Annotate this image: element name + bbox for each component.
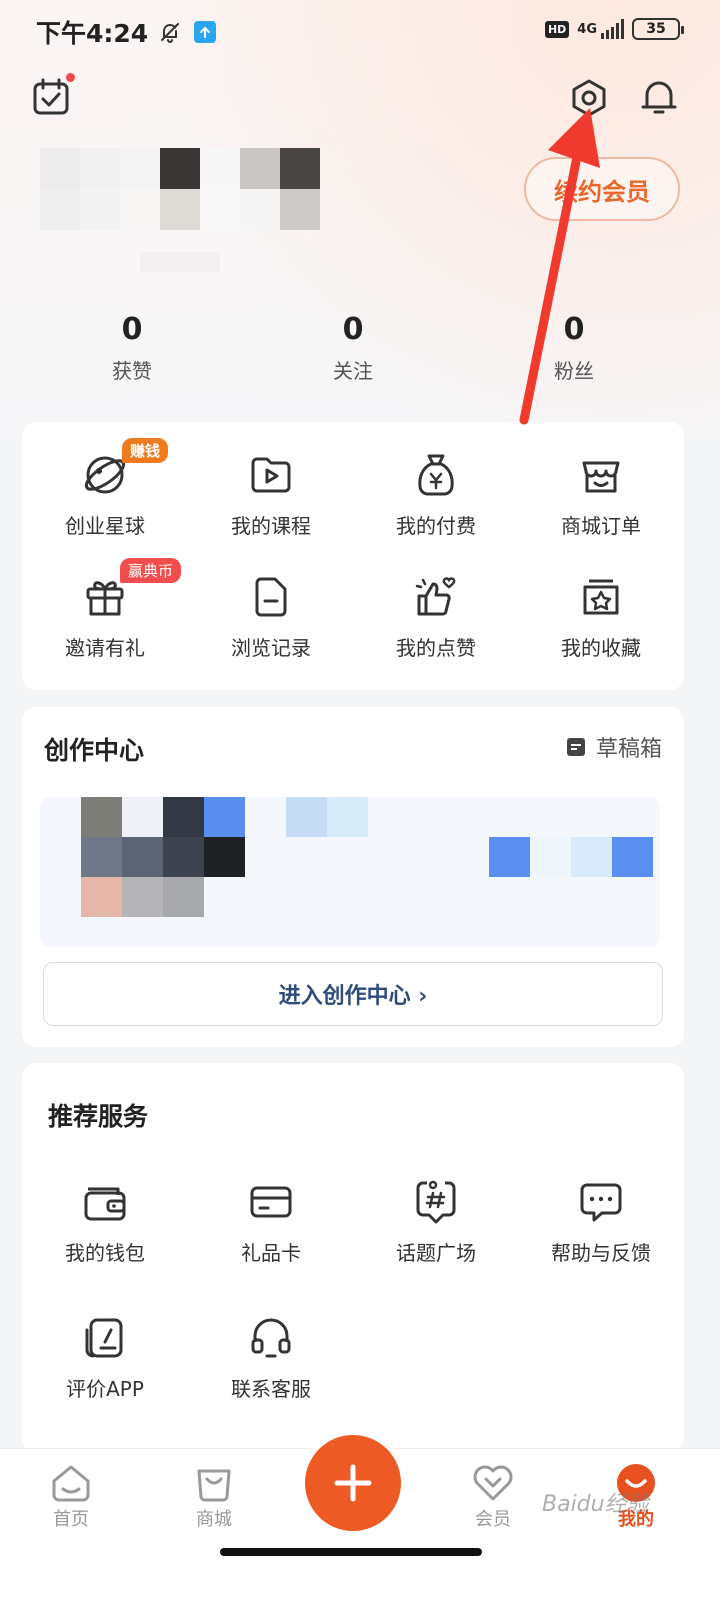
bottom-navigation: 首页 商城 会员 我的 [0, 1435, 720, 1600]
menu-item-label: 邀请有礼 [65, 636, 145, 660]
menu-item-my-favorites[interactable]: 我的收藏 [526, 572, 676, 661]
services-title: 推荐服务 [48, 1102, 149, 1131]
menu-item-label: 我的收藏 [561, 636, 641, 660]
drafts-label: 草稿箱 [595, 737, 662, 762]
stat-value: 0 [121, 312, 143, 347]
service-item-label: 我的钱包 [65, 1241, 145, 1265]
nav-label: 首页 [53, 1509, 89, 1530]
menu-item-label: 浏览记录 [231, 636, 311, 660]
battery-level: 35 [646, 21, 666, 37]
coin-reward-badge: 赢典币 [120, 558, 182, 583]
user-subtitle [140, 252, 220, 272]
plus-icon [334, 1464, 372, 1502]
notifications-button[interactable] [638, 76, 680, 118]
rate-app-icon [80, 1313, 130, 1363]
nav-shop[interactable]: 商城 [169, 1463, 259, 1531]
menu-item-my-courses[interactable]: 我的课程 [196, 450, 346, 539]
settings-hexagon-icon [572, 79, 606, 117]
menu-item-my-payments[interactable]: 我的付费 [361, 450, 511, 539]
service-item-label: 评价APP [66, 1377, 144, 1401]
bell-icon [641, 81, 677, 114]
nav-label: 会员 [475, 1509, 511, 1530]
service-item-rate-app[interactable]: 评价APP [30, 1313, 180, 1402]
chat-bubble-icon [576, 1177, 626, 1227]
star-box-icon [576, 572, 626, 622]
home-indicator[interactable] [220, 1548, 482, 1556]
service-item-gift-card[interactable]: 礼品卡 [196, 1177, 346, 1266]
gift-card-icon [246, 1177, 296, 1227]
notification-dot [66, 73, 75, 82]
headset-icon [246, 1313, 296, 1363]
menu-item-invite-gift[interactable]: 邀请有礼 [30, 572, 180, 661]
menu-item-my-likes[interactable]: 我的点赞 [361, 572, 511, 661]
money-bag-icon [411, 450, 461, 500]
hd-icon: HD [544, 20, 570, 38]
drafts-link[interactable]: 草稿箱 [564, 731, 662, 763]
create-post-button[interactable] [305, 1435, 401, 1531]
menu-item-label: 我的课程 [231, 514, 311, 538]
menu-item-label: 我的点赞 [396, 636, 476, 660]
recommended-services-card: 推荐服务 我的钱包 礼品卡 话题广场 帮助与反馈 评价APP 联系客服 [22, 1063, 684, 1453]
stat-value: 0 [563, 312, 585, 347]
stat-following[interactable]: 0 关注 [293, 312, 413, 384]
creation-center-card: 创作中心 草稿箱 进入创作中心 › [22, 707, 684, 1047]
stat-label: 获赞 [112, 359, 152, 383]
stat-label: 粉丝 [554, 359, 594, 383]
service-item-label: 话题广场 [396, 1241, 476, 1265]
vip-heart-icon [473, 1465, 513, 1501]
nav-home[interactable]: 首页 [26, 1463, 116, 1531]
service-item-help-feedback[interactable]: 帮助与反馈 [526, 1177, 676, 1266]
service-item-label: 联系客服 [231, 1377, 311, 1401]
enter-creation-center-button[interactable]: 进入创作中心 › [43, 962, 663, 1026]
menu-item-startup-planet[interactable]: 创业星球 [30, 450, 180, 539]
service-item-topic-square[interactable]: 话题广场 [361, 1177, 511, 1266]
renew-vip-button[interactable]: 续约会员 [524, 157, 680, 221]
wallet-icon [80, 1177, 130, 1227]
earn-money-badge: 赚钱 [122, 438, 169, 463]
upload-icon [194, 21, 217, 43]
service-item-wallet[interactable]: 我的钱包 [30, 1177, 180, 1266]
service-item-label: 帮助与反馈 [551, 1241, 651, 1265]
battery-icon: 35 [632, 18, 684, 40]
service-item-customer-service[interactable]: 联系客服 [196, 1313, 346, 1402]
stat-value: 0 [342, 312, 364, 347]
draft-box-icon [566, 738, 585, 756]
stat-fans[interactable]: 0 粉丝 [514, 312, 634, 384]
history-doc-icon [246, 572, 296, 622]
course-play-icon [246, 450, 296, 500]
service-item-label: 礼品卡 [241, 1241, 301, 1265]
shop-icon [576, 450, 626, 500]
topic-hash-icon [411, 1177, 461, 1227]
nav-vip[interactable]: 会员 [448, 1463, 538, 1531]
check-in-button[interactable] [30, 73, 75, 118]
nav-label: 商城 [196, 1509, 232, 1530]
signal-icon [601, 19, 624, 39]
bell-mute-icon [161, 23, 180, 43]
home-icon [52, 1465, 90, 1502]
settings-button[interactable] [568, 77, 610, 119]
status-indicators: HD 4G 35 [544, 18, 684, 40]
menu-item-label: 我的付费 [396, 514, 476, 538]
stat-label: 关注 [333, 359, 373, 383]
calendar-check-icon [33, 78, 69, 115]
stat-likes[interactable]: 0 获赞 [72, 312, 192, 384]
creation-center-title: 创作中心 [44, 736, 145, 765]
status-time: 下午4:24 [36, 19, 149, 48]
menu-item-browse-history[interactable]: 浏览记录 [196, 572, 346, 661]
shop-bag-icon [197, 1469, 231, 1502]
menu-item-label: 创业星球 [65, 514, 145, 538]
watermark: Baidu经验 [542, 1492, 649, 1517]
avatar[interactable] [40, 148, 324, 230]
creation-preview [40, 797, 660, 947]
quick-menu-card: 创业星球 赚钱 我的课程 我的付费 商城订单 邀请有礼 赢典币 浏览记录 我的点… [22, 422, 684, 690]
network-type: 4G [577, 21, 597, 37]
menu-item-label: 商城订单 [561, 514, 641, 538]
menu-item-shop-orders[interactable]: 商城订单 [526, 450, 676, 539]
thumbs-up-icon [411, 572, 461, 622]
